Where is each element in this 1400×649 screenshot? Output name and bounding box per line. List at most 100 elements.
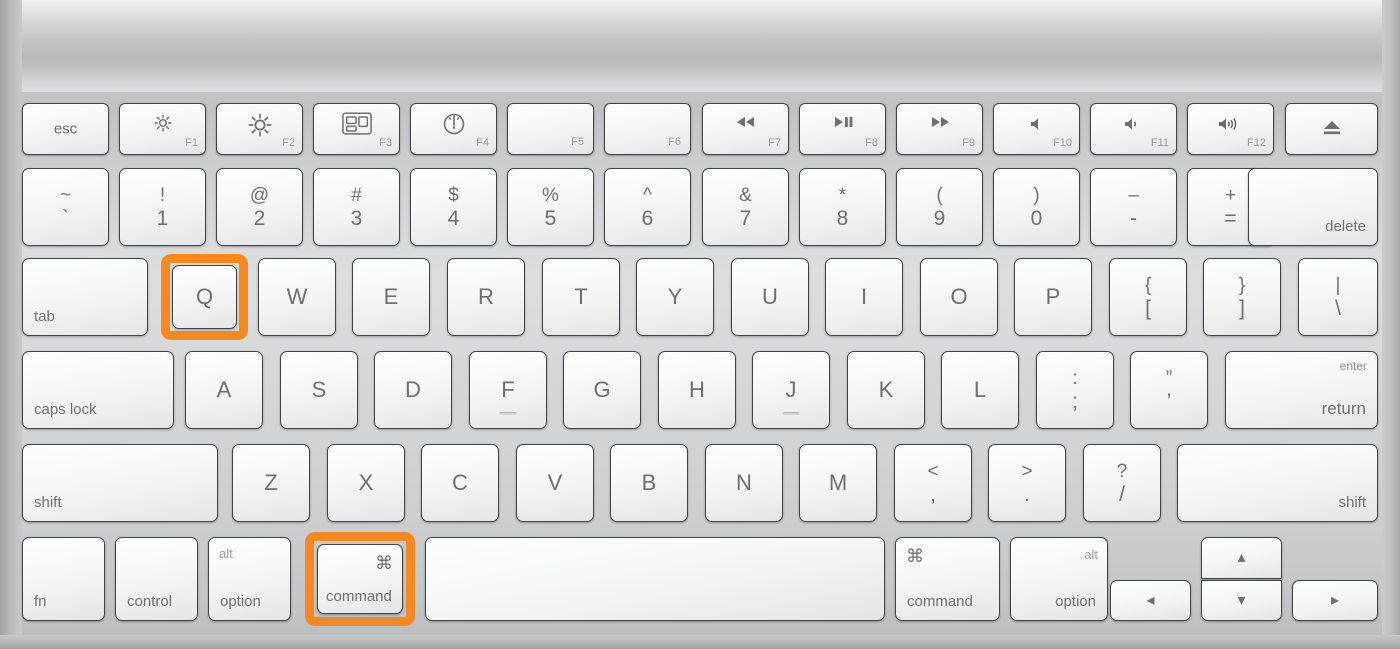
key-label-f: F — [501, 377, 515, 402]
key-f5[interactable]: F5 — [507, 103, 594, 155]
key-9[interactable]: ( 9 — [896, 168, 983, 246]
key-3[interactable]: # 3 — [313, 168, 400, 246]
key-play-pause[interactable]: F8 — [799, 103, 886, 155]
key-8[interactable]: * 8 — [799, 168, 886, 246]
key-fn-label-f11: F11 — [1150, 137, 1169, 149]
key-v[interactable]: V — [516, 444, 594, 522]
key-shift-left[interactable]: shift — [22, 444, 218, 522]
key-shift-right[interactable]: shift — [1177, 444, 1378, 522]
key-mute[interactable]: F10 — [993, 103, 1080, 155]
key-label-bracket-right: ] — [1239, 297, 1245, 320]
key-p[interactable]: P — [1014, 258, 1092, 336]
key-brightness-up[interactable]: F2 — [216, 103, 303, 155]
key-caps-lock[interactable]: caps lock — [22, 351, 174, 429]
key-i[interactable]: I — [825, 258, 903, 336]
key-x[interactable]: X — [327, 444, 405, 522]
volume-down-icon — [1091, 117, 1176, 131]
key-control[interactable]: control — [115, 537, 198, 621]
key-tab[interactable]: tab — [22, 258, 148, 336]
command-symbol-icon-right: ⌘ — [906, 546, 924, 566]
key-l[interactable]: L — [941, 351, 1019, 429]
key-shift-label-4: $ — [448, 185, 459, 206]
key-brightness-down[interactable]: F1 — [119, 103, 206, 155]
key-label-grave: ` — [62, 207, 69, 230]
key-t[interactable]: T — [542, 258, 620, 336]
key-quote[interactable]: ” ’ — [1130, 351, 1208, 429]
key-option-left[interactable]: alt option — [208, 537, 291, 621]
key-label-delete: delete — [1325, 218, 1366, 235]
key-s[interactable]: S — [280, 351, 358, 429]
key-escape[interactable]: esc — [22, 103, 109, 155]
key-mission-control[interactable]: F3 — [313, 103, 400, 155]
key-4[interactable]: $ 4 — [410, 168, 497, 246]
key-return[interactable]: enter return — [1225, 351, 1378, 429]
key-label-command-left: command — [326, 588, 392, 605]
key-y[interactable]: Y — [636, 258, 714, 336]
key-bracket-right[interactable]: } ] — [1203, 258, 1281, 336]
key-command-left[interactable]: ⌘ command — [317, 544, 403, 614]
key-z[interactable]: Z — [232, 444, 310, 522]
key-comma[interactable]: < , — [894, 444, 972, 522]
key-a[interactable]: A — [185, 351, 263, 429]
key-label-z: Z — [264, 470, 278, 495]
key-label-semicolon: ; — [1072, 390, 1078, 413]
key-fn-label-f7: F7 — [768, 137, 781, 149]
key-b[interactable]: B — [610, 444, 688, 522]
key-shift-label-bracket-left: { — [1144, 275, 1152, 296]
key-command-right[interactable]: ⌘ command — [895, 537, 1000, 621]
key-6[interactable]: ^ 6 — [604, 168, 691, 246]
key-1[interactable]: ! 1 — [119, 168, 206, 246]
key-k[interactable]: K — [847, 351, 925, 429]
key-7[interactable]: & 7 — [702, 168, 789, 246]
key-label-i: I — [860, 284, 868, 309]
key-label-escape: esc — [53, 120, 78, 138]
key-f6[interactable]: F6 — [604, 103, 691, 155]
key-arrow-left[interactable]: ◂ — [1110, 580, 1191, 621]
key-delete[interactable]: delete — [1248, 168, 1378, 246]
key-o[interactable]: O — [920, 258, 998, 336]
key-c[interactable]: C — [421, 444, 499, 522]
key-fast-forward[interactable]: F9 — [896, 103, 983, 155]
key-m[interactable]: M — [799, 444, 877, 522]
key-arrow-up[interactable]: ▴ — [1201, 537, 1282, 579]
key-volume-up[interactable]: F12 — [1187, 103, 1274, 155]
key-grave[interactable]: ~ ` — [22, 168, 109, 246]
key-g[interactable]: G — [563, 351, 641, 429]
key-rewind[interactable]: F7 — [702, 103, 789, 155]
key-slash[interactable]: ? / — [1083, 444, 1161, 522]
key-label-1: 1 — [156, 207, 169, 230]
key-option-right[interactable]: alt option — [1010, 537, 1108, 621]
key-period[interactable]: > . — [988, 444, 1066, 522]
key-fn[interactable]: fn — [22, 537, 105, 621]
key-bracket-left[interactable]: { [ — [1109, 258, 1187, 336]
key-backslash[interactable]: | \ — [1298, 258, 1378, 336]
key-label-command-right: command — [907, 593, 973, 610]
key-label-shift-right: shift — [1338, 494, 1366, 511]
key-label-l: L — [973, 377, 987, 402]
key-j[interactable]: J — [752, 351, 830, 429]
key-label-d: D — [405, 377, 421, 402]
key-e[interactable]: E — [352, 258, 430, 336]
key-0[interactable]: ) 0 — [993, 168, 1080, 246]
key-space[interactable] — [425, 537, 885, 621]
rewind-icon — [703, 116, 788, 128]
key-w[interactable]: W — [258, 258, 336, 336]
key-q[interactable]: Q — [172, 265, 237, 329]
key-arrow-down[interactable]: ▾ — [1201, 580, 1282, 621]
key-h[interactable]: H — [658, 351, 736, 429]
key-arrow-right[interactable]: ▸ — [1292, 580, 1378, 621]
key-minus[interactable]: – - — [1090, 168, 1177, 246]
key-volume-down[interactable]: F11 — [1090, 103, 1177, 155]
key-dashboard[interactable]: F4 — [410, 103, 497, 155]
key-f[interactable]: F — [469, 351, 547, 429]
key-r[interactable]: R — [447, 258, 525, 336]
key-semicolon[interactable]: : ; — [1036, 351, 1114, 429]
key-n[interactable]: N — [705, 444, 783, 522]
key-label-period: . — [1024, 483, 1030, 506]
key-5[interactable]: % 5 — [507, 168, 594, 246]
key-label-a: A — [216, 377, 232, 402]
key-2[interactable]: @ 2 — [216, 168, 303, 246]
key-d[interactable]: D — [374, 351, 452, 429]
key-eject[interactable] — [1285, 103, 1378, 155]
key-u[interactable]: U — [731, 258, 809, 336]
